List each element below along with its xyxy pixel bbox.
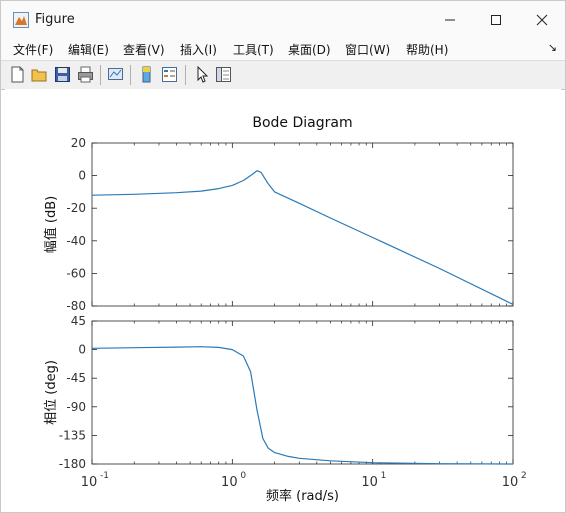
chart-title: Bode Diagram <box>252 115 352 131</box>
axes-box-0 <box>91 142 514 307</box>
bode-plot[interactable]: Bode Diagram200-20-40-60-80幅值 (dB)450-45… <box>5 89 561 508</box>
minimize-button[interactable] <box>427 1 473 39</box>
y-tick-label: 0 <box>78 343 86 357</box>
minimize-icon <box>445 19 455 21</box>
menu-insert[interactable]: 插入(I) <box>180 41 217 58</box>
menu-view[interactable]: 查看(V) <box>123 41 165 58</box>
menu-help[interactable]: 帮助(H) <box>406 41 448 58</box>
close-button[interactable] <box>519 1 565 39</box>
toolbar-separator <box>130 65 131 85</box>
y-tick-label: -135 <box>59 428 86 442</box>
title-bar[interactable]: Figure <box>1 1 565 39</box>
y-tick-label: -40 <box>66 234 86 248</box>
link-plot-icon[interactable] <box>107 66 124 83</box>
axes-box-1 <box>91 320 514 465</box>
x-tick-label: 10 <box>221 475 238 490</box>
y-tick-label: 0 <box>78 169 86 183</box>
menu-desktop[interactable]: 桌面(D) <box>288 41 331 58</box>
y-tick-label: -20 <box>66 201 86 215</box>
maximize-icon <box>491 15 501 25</box>
y-tick-label: -80 <box>66 299 86 313</box>
x-tick-exponent: 0 <box>240 471 246 481</box>
x-tick-exponent: -1 <box>100 471 109 481</box>
toolbar <box>1 60 565 90</box>
toolbar-separator <box>185 65 186 85</box>
x-tick-label: 10 <box>81 475 98 490</box>
y-tick-label: -45 <box>66 371 86 385</box>
menu-bar: 文件(F) 编辑(E) 查看(V) 插入(I) 工具(T) 桌面(D) 窗口(W… <box>1 39 565 60</box>
new-figure-icon[interactable] <box>9 66 26 83</box>
figure-window: Figure 文件(F) 编辑(E) 查看(V) 插入(I) 工具(T) 桌面(… <box>0 0 566 513</box>
y-tick-label: -60 <box>66 266 86 280</box>
menu-edit[interactable]: 编辑(E) <box>68 41 109 58</box>
toolbar-separator <box>100 65 101 85</box>
window-title: Figure <box>35 12 75 27</box>
x-tick-label: 10 <box>502 475 519 490</box>
menu-file[interactable]: 文件(F) <box>13 41 53 58</box>
figure-canvas[interactable]: Bode Diagram 20 0 -20 -40 -60 -80 幅值 (dB) 45 0 -45… <box>5 89 561 508</box>
x-tick-label: 10 <box>361 475 378 490</box>
insert-legend-icon[interactable] <box>161 66 178 83</box>
save-icon[interactable] <box>54 66 71 83</box>
y-tick-label: -90 <box>66 400 86 414</box>
close-icon <box>536 14 548 26</box>
property-inspector-icon[interactable] <box>215 66 232 83</box>
x-tick-exponent: 2 <box>521 471 527 481</box>
insert-colorbar-icon[interactable] <box>138 66 155 83</box>
y-tick-label: -180 <box>59 457 86 471</box>
print-icon[interactable] <box>77 66 94 83</box>
menu-overflow-icon[interactable]: ↘ <box>548 41 557 54</box>
y-axis-label-1: 相位 (deg) <box>44 360 59 425</box>
maximize-button[interactable] <box>473 1 519 39</box>
x-tick-exponent: 1 <box>381 471 387 481</box>
edit-plot-icon[interactable] <box>193 66 210 83</box>
y-axis-label-0: 幅值 (dB) <box>43 196 59 253</box>
open-file-icon[interactable] <box>31 66 48 83</box>
y-tick-label: 20 <box>71 136 86 150</box>
y-tick-label: 45 <box>71 314 86 328</box>
menu-window[interactable]: 窗口(W) <box>345 41 390 58</box>
menu-tools[interactable]: 工具(T) <box>233 41 274 58</box>
x-axis-label: 频率 (rad/s) <box>266 488 339 504</box>
matlab-figure-icon <box>13 12 29 28</box>
